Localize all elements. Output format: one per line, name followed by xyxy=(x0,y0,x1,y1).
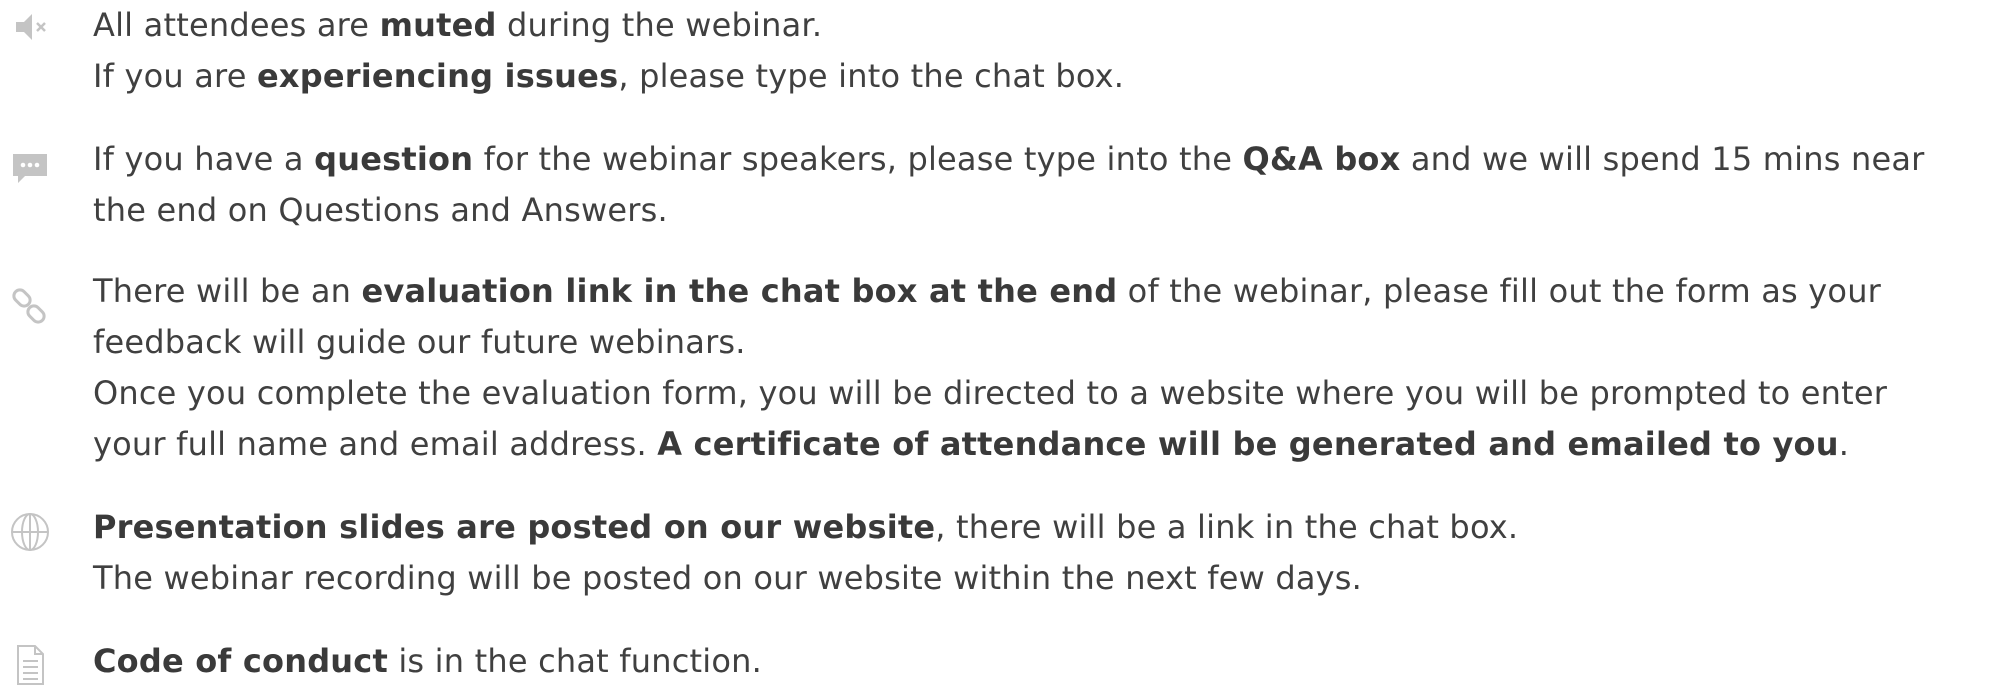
notice-question-line-1: If you have a question for the webinar s… xyxy=(93,140,1925,178)
notice-question-text: If you have a question for the webinar s… xyxy=(93,134,2005,236)
notice-evaluation-line-4: your full name and email address. A cert… xyxy=(93,425,1850,463)
speaker-muted-icon xyxy=(8,4,52,48)
globe-icon xyxy=(8,510,52,554)
notice-muted-text: All attendees are muted during the webin… xyxy=(93,0,2005,102)
notice-evaluation-line-1: There will be an evaluation link in the … xyxy=(93,272,1882,310)
notice-slides-text: Presentation slides are posted on our we… xyxy=(93,502,2005,604)
notice-conduct-line-1: Code of conduct is in the chat function. xyxy=(93,642,762,680)
notice-slides-line-1: Presentation slides are posted on our we… xyxy=(93,508,1519,546)
chat-bubble-icon xyxy=(8,146,52,190)
notice-muted-line-2: If you are experiencing issues, please t… xyxy=(93,57,1125,95)
notice-evaluation-line-2: feedback will guide our future webinars. xyxy=(93,323,746,361)
notice-question-line-2: the end on Questions and Answers. xyxy=(93,191,668,229)
notice-muted-line-1: All attendees are muted during the webin… xyxy=(93,6,823,44)
document-icon xyxy=(8,642,52,685)
notice-evaluation-line-3: Once you complete the evaluation form, y… xyxy=(93,374,1888,412)
notice-slides-line-2: The webinar recording will be posted on … xyxy=(93,559,1363,597)
notice-evaluation-text: There will be an evaluation link in the … xyxy=(93,266,2005,470)
notice-conduct-text: Code of conduct is in the chat function. xyxy=(93,636,2005,687)
link-chain-icon xyxy=(8,286,52,330)
